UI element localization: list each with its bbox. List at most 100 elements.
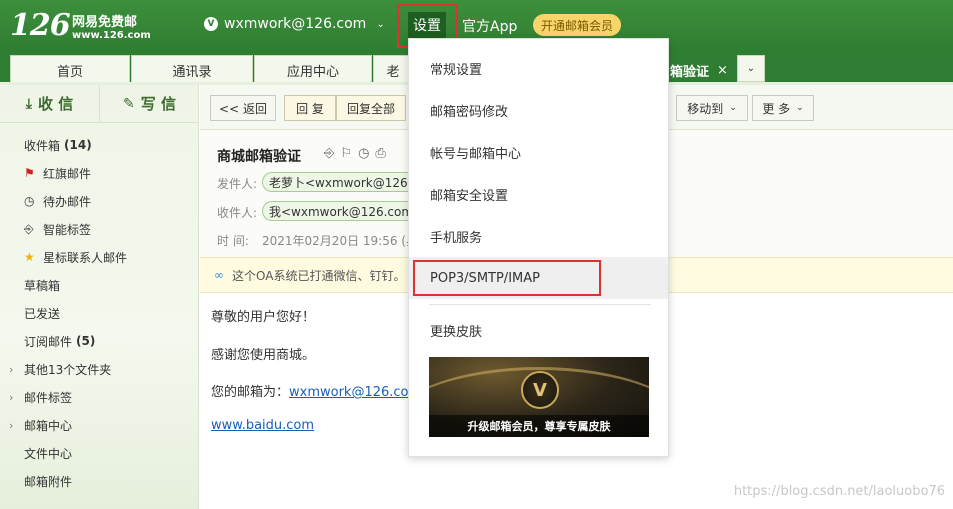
watermark: https://blog.csdn.net/laoluobo76	[733, 484, 945, 499]
clock-icon[interactable]: ◷	[358, 146, 375, 161]
edit-icon: ✎	[123, 95, 135, 112]
chevron-right-icon: ›	[9, 418, 14, 432]
logo-number: 126	[10, 8, 71, 43]
folder-label: 红旗邮件	[43, 166, 92, 181]
sidebar-item-attachments[interactable]: 邮箱附件	[0, 467, 199, 495]
mail-thanks: 感谢您使用商城。	[211, 348, 316, 363]
tab-label: 箱验证	[670, 65, 710, 80]
folder-label: 星标联系人邮件	[43, 250, 128, 265]
move-to-button[interactable]: 移动到 ⌄	[676, 95, 748, 121]
notice-text: 这个OA系统已打通微信、钉钉。	[232, 268, 406, 283]
sidebar-item-starred-contacts[interactable]: ★ 星标联系人邮件	[0, 243, 199, 271]
skin-banner[interactable]: V 升级邮箱会员，尊享专属皮肤	[429, 357, 649, 437]
logo-domain: www.126.com	[72, 30, 151, 41]
folder-label: 已发送	[24, 306, 61, 321]
folder-label: 邮箱附件	[24, 474, 73, 489]
tab-mail-verify[interactable]: 箱验证 ×	[665, 55, 736, 85]
sidebar-item-inbox[interactable]: 收件箱 (14)	[0, 131, 199, 159]
sidebar-item-sent[interactable]: 已发送	[0, 299, 199, 327]
sidebar-item-todo[interactable]: ◷ 待办邮件	[0, 187, 199, 215]
chevron-down-icon: ⌄	[729, 103, 737, 113]
move-to-label: 移动到	[687, 101, 724, 116]
chevron-down-icon: ⌄	[796, 103, 804, 113]
star-icon: ★	[24, 250, 35, 264]
folder-label: 文件中心	[24, 446, 73, 461]
mail-greeting: 尊敬的用户您好！	[211, 310, 316, 325]
folder-label: 邮件标签	[24, 390, 73, 405]
sidebar-item-flagged[interactable]: ⚑ 红旗邮件	[0, 159, 199, 187]
menu-divider	[429, 304, 651, 305]
mail-time: 2021年02月20日 19:56 (星	[262, 234, 418, 248]
tab-label: 首页	[56, 65, 83, 80]
print-icon[interactable]: ⎙	[375, 146, 391, 161]
settings-menu: 常规设置 邮箱密码修改 帐号与邮箱中心 邮箱安全设置 手机服务 POP3/SMT…	[408, 38, 669, 457]
reply-button[interactable]: 回 复	[284, 95, 336, 121]
close-icon[interactable]: ×	[717, 63, 728, 78]
vip-medal-icon: V	[521, 371, 559, 409]
menu-item-account-center[interactable]: 帐号与邮箱中心	[409, 131, 668, 173]
sidebar-item-smart-tags[interactable]: ⎆ 智能标签	[0, 215, 199, 243]
tab-more-chevron-icon[interactable]: ⌄	[737, 55, 765, 82]
tab-label: 通讯录	[172, 65, 212, 80]
email-link[interactable]: wxmwork@126.co	[289, 385, 409, 400]
tab-app-center[interactable]: 应用中心	[254, 55, 372, 85]
sidebar-item-subscriptions[interactable]: 订阅邮件 (5)	[0, 327, 199, 355]
bookmark-icon[interactable]: ⎆	[324, 146, 340, 161]
sidebar-item-other-folders[interactable]: › 其他13个文件夹	[0, 355, 199, 383]
time-label: 时 间:	[217, 234, 249, 248]
back-button[interactable]: << 返回	[210, 95, 276, 121]
sidebar-item-mail-center[interactable]: › 邮箱中心	[0, 411, 199, 439]
vip-badge-icon: V	[204, 17, 218, 31]
unread-count: (14)	[64, 138, 92, 152]
menu-item-security[interactable]: 邮箱安全设置	[409, 173, 668, 215]
folder-label: 订阅邮件	[24, 334, 73, 349]
clock-icon: ◷	[24, 194, 35, 208]
official-app-link[interactable]: 官方App	[462, 16, 517, 36]
mail-actions: ⤓ 收 信 ✎ 写 信	[0, 85, 199, 123]
email-prefix: 您的邮箱为：	[211, 385, 290, 400]
site-link[interactable]: www.baidu.com	[211, 418, 314, 433]
banner-caption: 升级邮箱会员，尊享专属皮肤	[429, 415, 649, 437]
more-button[interactable]: 更 多 ⌄	[752, 95, 814, 121]
account-email: wxmwork@126.com	[224, 16, 367, 32]
download-icon: ⤓	[25, 95, 32, 112]
write-button[interactable]: ✎ 写 信	[99, 85, 199, 122]
tab-contacts[interactable]: 通讯录	[131, 55, 253, 85]
account-switcher[interactable]: V wxmwork@126.com ⌄	[204, 16, 385, 32]
pop3-highlight-box	[413, 260, 601, 296]
chevron-right-icon: ›	[9, 362, 14, 376]
mail-subject: 商城邮箱验证	[217, 149, 301, 165]
write-label: 写 信	[140, 95, 176, 113]
recipient-chip[interactable]: 我<wxmwork@126.com	[262, 201, 412, 221]
folder-label: 草稿箱	[24, 278, 61, 293]
menu-item-password[interactable]: 邮箱密码修改	[409, 89, 668, 131]
tab-home[interactable]: 首页	[10, 55, 130, 85]
open-vip-button[interactable]: 开通邮箱会员	[533, 14, 621, 36]
folder-label: 智能标签	[43, 222, 92, 237]
tab-partial[interactable]: 老	[373, 55, 413, 85]
subject-actions: ⎆⚐◷⎙	[324, 146, 392, 161]
tab-label: 老	[386, 65, 400, 80]
menu-item-general-settings[interactable]: 常规设置	[409, 47, 668, 89]
folder-label: 邮箱中心	[24, 418, 73, 433]
receive-button[interactable]: ⤓ 收 信	[0, 85, 99, 122]
mail-site-line: www.baidu.com	[211, 418, 314, 433]
folder-label: 收件箱	[24, 138, 61, 153]
link-icon: ∞	[214, 268, 224, 282]
sidebar-item-file-center[interactable]: 文件中心	[0, 439, 199, 467]
to-label: 收件人:	[217, 206, 258, 220]
sender-chip[interactable]: 老萝卜<wxmwork@126.co	[262, 172, 412, 192]
reply-all-button[interactable]: 回复全部	[336, 95, 406, 121]
menu-item-mobile[interactable]: 手机服务	[409, 215, 668, 257]
mail-email-line: 您的邮箱为：wxmwork@126.co	[211, 381, 409, 400]
tab-label: 应用中心	[286, 65, 339, 80]
sidebar: ⤓ 收 信 ✎ 写 信 收件箱 (14) ⚑ 红旗邮件 ◷ 待办邮件 ⎆ 智能标签…	[0, 85, 199, 509]
chevron-right-icon: ›	[9, 390, 14, 404]
unread-count: (5)	[76, 334, 96, 348]
menu-item-change-skin[interactable]: 更换皮肤	[409, 309, 668, 351]
flag-icon[interactable]: ⚐	[340, 146, 358, 161]
sidebar-item-mail-tags[interactable]: › 邮件标签	[0, 383, 199, 411]
sidebar-item-drafts[interactable]: 草稿箱	[0, 271, 199, 299]
folder-label: 其他13个文件夹	[24, 362, 112, 377]
bookmark-icon: ⎆	[24, 221, 34, 236]
